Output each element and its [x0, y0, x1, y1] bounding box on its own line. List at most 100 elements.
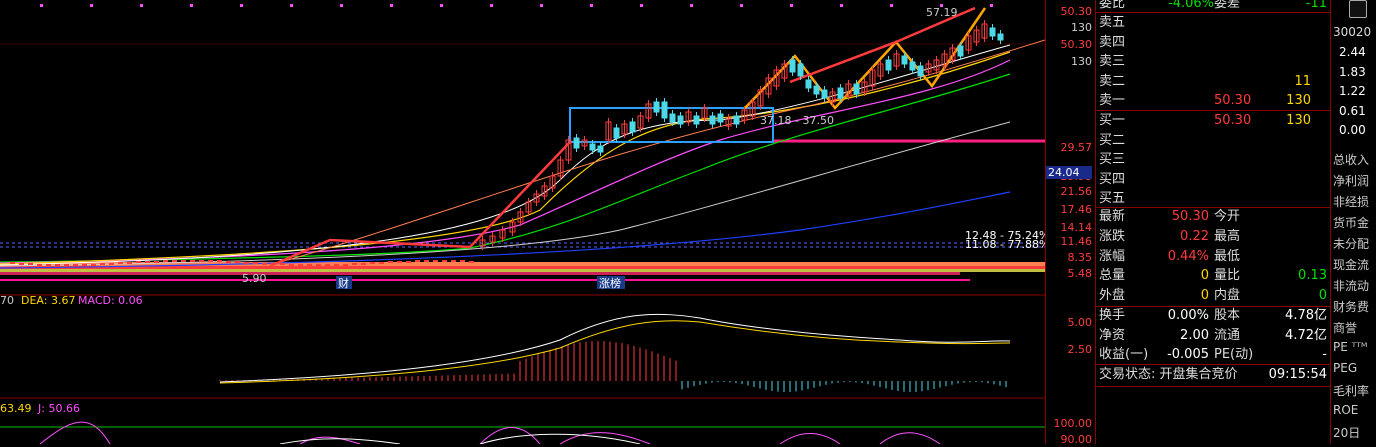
- asks-row[interactable]: 卖三: [1096, 52, 1331, 71]
- side-metric-item[interactable]: 货币金: [1333, 214, 1369, 231]
- bids-label: 买三: [1099, 152, 1126, 167]
- candle: [46, 264, 51, 266]
- side-metric-item[interactable]: 财务费: [1333, 298, 1369, 315]
- bids-row[interactable]: 买二: [1096, 131, 1331, 150]
- bids-row[interactable]: 买一 50.30 130: [1096, 111, 1331, 130]
- finance-marker[interactable]: 财: [338, 276, 349, 290]
- kline-svg[interactable]: 57.19 37.18 - 37.50 5.90 12.48 - 75.24% …: [0, 0, 1049, 445]
- candle: [118, 262, 123, 264]
- side-value: 1.83: [1339, 64, 1366, 79]
- price-axis: 50.3013050.3013029.5725.9321.5617.4614.1…: [1045, 0, 1096, 446]
- side-metric-item[interactable]: PEG: [1333, 361, 1357, 375]
- signal-dot: [790, 4, 793, 7]
- signal-dot: [640, 4, 643, 7]
- stats-v1: 0: [1200, 288, 1209, 304]
- signal-dot: [840, 4, 843, 7]
- candle: [37, 264, 42, 266]
- band-bar: [0, 279, 970, 281]
- macd-legend-macd: MACD: 0.06: [78, 294, 143, 307]
- asks-label: 卖四: [1099, 34, 1126, 50]
- side-metric-item[interactable]: 非流动: [1333, 277, 1369, 294]
- ma60-line: [0, 121, 1011, 267]
- stats-v1: 0.44%: [1167, 248, 1209, 264]
- candle: [145, 261, 150, 263]
- asks-row[interactable]: 卖一 50.30 130: [1096, 91, 1331, 110]
- candle: [415, 260, 420, 262]
- asks-row[interactable]: 卖二 11: [1096, 72, 1331, 91]
- bids-row[interactable]: 买四: [1096, 170, 1331, 189]
- side-metric-item[interactable]: 现金流: [1333, 256, 1369, 273]
- side-metric-item[interactable]: 非经损: [1333, 193, 1369, 210]
- band-bar: [0, 266, 1045, 269]
- crosshair-price-readout: 24.04: [1046, 166, 1092, 179]
- fin-v1: -0.005: [1167, 347, 1209, 362]
- fin-v1: 0.00%: [1167, 308, 1209, 323]
- candle: [55, 264, 60, 266]
- bids-label: 买五: [1099, 191, 1126, 206]
- price-axis-tick: 21.56: [1060, 185, 1093, 198]
- trade-status-time: 09:15:54: [1268, 367, 1327, 382]
- fin-v2: 4.78亿: [1285, 308, 1327, 323]
- stats-l1: 涨幅: [1099, 248, 1126, 264]
- fin-v2: 4.72亿: [1285, 327, 1327, 343]
- candle: [451, 260, 456, 262]
- price-axis-tick: 14.14: [1060, 221, 1093, 234]
- side-metric-item[interactable]: 商誉: [1333, 319, 1357, 336]
- side-metric-item[interactable]: ROE: [1333, 403, 1358, 417]
- signal-dot: [540, 4, 543, 7]
- price-axis-tick: 2.50: [1067, 343, 1093, 356]
- candle: [424, 260, 429, 262]
- candle: [235, 261, 240, 263]
- side-value: 1.22: [1339, 84, 1366, 98]
- asks-row[interactable]: 卖五: [1096, 13, 1331, 32]
- trade-status-label: 交易状态: 开盘集合竞价: [1099, 367, 1238, 382]
- side-metric-item[interactable]: PE ᵀᵀᴹ: [1333, 340, 1367, 354]
- candle: [361, 263, 366, 265]
- price-axis-tick: 29.57: [1060, 141, 1093, 154]
- low-price-label: 5.90: [242, 272, 267, 285]
- asks-label: 卖一: [1099, 93, 1126, 108]
- price-axis-tick: 130: [1071, 21, 1092, 34]
- macd-legend-dea: DEA: 3.67: [21, 294, 75, 307]
- bids-label: 买一: [1099, 113, 1126, 128]
- asks-label: 卖二: [1099, 73, 1126, 89]
- candle: [109, 263, 114, 265]
- signal-dot: [390, 4, 393, 7]
- zhangbang-marker[interactable]: 涨榜: [599, 276, 621, 290]
- stats-l2: 最低: [1214, 248, 1241, 264]
- kdj-j-line: [39, 421, 941, 445]
- stats-v1: 0: [1200, 268, 1209, 284]
- kline-chart[interactable]: 57.19 37.18 - 37.50 5.90 12.48 - 75.24% …: [0, 0, 1049, 445]
- candle: [379, 262, 384, 264]
- stats-v2: 0: [1318, 288, 1327, 304]
- stats-l2: 内盘: [1214, 288, 1241, 304]
- asks-vol: 130: [1286, 93, 1311, 108]
- candle: [19, 263, 24, 265]
- bids-row[interactable]: 买三: [1096, 150, 1331, 169]
- range-label: 37.18 - 37.50: [760, 114, 834, 127]
- price-axis-tick: 100.00: [1053, 417, 1093, 430]
- candle: [352, 263, 357, 265]
- side-metric-item[interactable]: 未分配: [1333, 235, 1369, 252]
- fin-l2: 流通: [1214, 327, 1241, 343]
- side-metric-item[interactable]: 毛利率: [1333, 382, 1369, 399]
- price-axis-tick: 50.30: [1060, 38, 1093, 51]
- bids-vol: 130: [1286, 113, 1311, 128]
- candle: [271, 263, 276, 265]
- side-metric-item[interactable]: 20日: [1333, 424, 1360, 441]
- kdj-k-line: [279, 433, 641, 445]
- bids-row[interactable]: 买五: [1096, 189, 1331, 208]
- side-metric-item[interactable]: 净利润: [1333, 172, 1369, 189]
- candle: [100, 263, 105, 265]
- side-metric-item[interactable]: 总收入: [1333, 151, 1369, 168]
- stats-l2: 今开: [1214, 209, 1241, 224]
- panel-toggle-button[interactable]: [1349, 0, 1367, 18]
- candle: [334, 264, 339, 266]
- asks-row[interactable]: 卖四: [1096, 33, 1331, 52]
- signal-dot: [290, 4, 293, 7]
- stats-v1: 50.30: [1171, 209, 1209, 224]
- price-axis-tick: 90.00: [1060, 433, 1093, 446]
- candle: [442, 260, 447, 262]
- high-price-label: 57.19: [926, 6, 958, 19]
- candle: [316, 264, 321, 266]
